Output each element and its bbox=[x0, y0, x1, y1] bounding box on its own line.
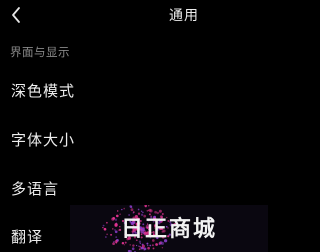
watermark-dot bbox=[105, 236, 107, 238]
watermark-dot bbox=[152, 247, 155, 250]
watermark-dot bbox=[140, 213, 144, 216]
watermark-dot bbox=[140, 210, 143, 212]
watermark-dot bbox=[158, 209, 162, 213]
watermark-dots-graphic: 日正商城 bbox=[102, 205, 217, 252]
watermark-dot bbox=[147, 205, 150, 207]
watermark-dot bbox=[115, 214, 119, 218]
watermark-dot bbox=[106, 221, 108, 224]
watermark-dot bbox=[155, 243, 158, 246]
top-bar: 通用 bbox=[0, 0, 268, 30]
menu-item-language[interactable]: 多语言 bbox=[0, 172, 268, 206]
watermark-dot bbox=[136, 244, 138, 247]
watermark-dot bbox=[117, 229, 119, 231]
watermark-dot bbox=[138, 248, 141, 251]
watermark-dot bbox=[103, 227, 107, 231]
watermark-dot bbox=[147, 246, 150, 250]
menu-item-label: 字体大小 bbox=[11, 131, 76, 149]
watermark-dot bbox=[146, 242, 149, 245]
watermark-dot bbox=[151, 244, 154, 247]
watermark-dot bbox=[128, 214, 130, 216]
watermark-dot bbox=[121, 241, 125, 245]
watermark-dot bbox=[102, 224, 105, 227]
watermark-dot bbox=[121, 208, 123, 211]
watermark-dot bbox=[123, 244, 126, 246]
watermark-dot bbox=[112, 228, 114, 230]
watermark-dot bbox=[114, 223, 118, 227]
menu-item-label: 多语言 bbox=[11, 180, 60, 198]
watermark-dot bbox=[112, 217, 116, 220]
watermark-dot bbox=[154, 210, 157, 214]
watermark-dot bbox=[132, 244, 135, 247]
watermark-dot bbox=[148, 213, 151, 216]
watermark-dot bbox=[158, 243, 161, 246]
watermark-dot bbox=[137, 212, 141, 215]
watermark-dot bbox=[139, 242, 141, 245]
watermark-dot bbox=[114, 218, 118, 221]
watermark-dot bbox=[146, 244, 149, 247]
watermark-dot bbox=[115, 241, 118, 244]
watermark-dot bbox=[117, 210, 119, 212]
watermark-dot bbox=[110, 233, 113, 236]
menu-item-label: 深色模式 bbox=[11, 82, 76, 100]
watermark-dot bbox=[140, 246, 144, 250]
section-header-display: 界面与显示 bbox=[10, 45, 70, 59]
watermark-dot bbox=[130, 205, 133, 209]
watermark-dot bbox=[143, 247, 147, 251]
watermark-dot bbox=[114, 230, 118, 234]
watermark-dot bbox=[145, 206, 147, 208]
watermark-dot bbox=[129, 244, 131, 246]
watermark-dot bbox=[115, 236, 118, 238]
watermark-dot bbox=[142, 211, 144, 214]
watermark-dot bbox=[132, 212, 134, 214]
watermark-dot bbox=[161, 212, 164, 216]
watermark-dot bbox=[149, 244, 152, 247]
watermark-dot bbox=[123, 207, 125, 210]
watermark-dot bbox=[147, 209, 150, 212]
watermark-dot bbox=[112, 242, 115, 246]
menu-item-font-size[interactable]: 字体大小 bbox=[0, 123, 268, 157]
page-title: 通用 bbox=[169, 8, 199, 24]
settings-screen: 通用 界面与显示 深色模式 字体大小 多语言 翻译 日正商城 bbox=[0, 0, 268, 252]
watermark-dot bbox=[149, 209, 153, 213]
watermark-dot bbox=[137, 208, 140, 211]
watermark-dot bbox=[139, 245, 142, 248]
menu-item-label: 翻译 bbox=[11, 228, 44, 246]
watermark-dot bbox=[114, 229, 116, 231]
watermark-dot bbox=[119, 213, 121, 215]
watermark-dot bbox=[106, 233, 108, 236]
watermark-dot bbox=[102, 226, 104, 229]
watermark-dot bbox=[161, 247, 164, 249]
watermark-dot bbox=[130, 208, 134, 212]
watermark-logo: 日正商城 bbox=[70, 205, 268, 252]
menu-item-dark-mode[interactable]: 深色模式 bbox=[0, 74, 268, 108]
watermark-text: 日正商城 bbox=[121, 216, 217, 242]
watermark-dot bbox=[131, 247, 135, 251]
